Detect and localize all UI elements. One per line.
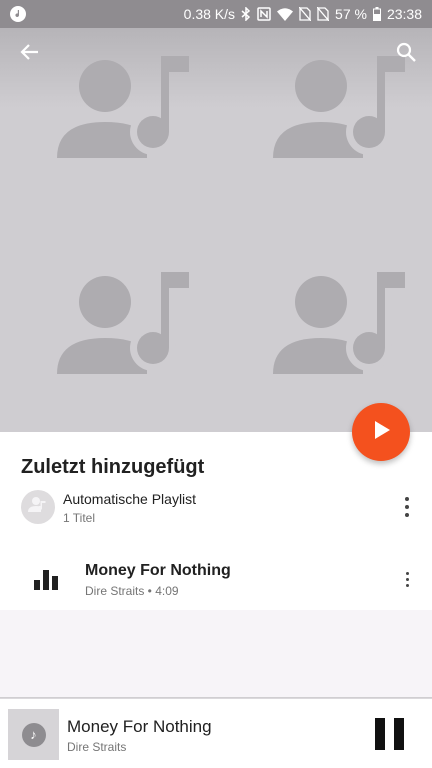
music-note-icon: ♪ <box>21 722 46 747</box>
arrow-back-icon <box>20 42 40 67</box>
now-playing-bar[interactable] <box>0 699 432 768</box>
artist-music-placeholder-icon <box>271 272 411 392</box>
search-icon <box>396 42 416 67</box>
track-count-label: 1 Titel <box>63 511 96 525</box>
network-speed: 0.38 K/s <box>183 6 236 22</box>
track-title: Money For Nothing <box>85 562 231 579</box>
artist-music-placeholder-icon <box>55 56 195 176</box>
track-artist-duration: Dire Straits • 4:09 <box>85 584 179 598</box>
now-playing-album-art: ♪ <box>8 709 59 760</box>
clock: 23:38 <box>386 6 422 22</box>
playlist-more-options-button[interactable] <box>397 497 417 517</box>
auto-playlist-icon <box>28 496 48 519</box>
no-sim-2-icon <box>317 7 330 21</box>
nfc-icon <box>257 7 271 21</box>
pause-icon-bar-right <box>393 718 404 750</box>
auto-playlist-avatar <box>21 490 55 524</box>
playlist-title: Zuletzt hinzugefügt <box>21 456 205 478</box>
playlist-type-label: Automatische Playlist <box>63 491 197 507</box>
now-playing-artist: Dire Straits <box>67 740 127 754</box>
now-playing-equalizer-icon <box>34 570 58 595</box>
artist-music-placeholder-icon <box>271 56 411 176</box>
battery-icon <box>372 7 381 21</box>
bluetooth-icon <box>241 7 251 21</box>
music-notification-icon <box>10 6 26 22</box>
playlist-artwork <box>0 28 432 432</box>
play-icon <box>370 419 392 446</box>
pause-button[interactable] <box>372 718 406 750</box>
battery-percent: 57 % <box>335 6 367 22</box>
wifi-icon <box>277 7 294 21</box>
pause-icon-bar-left <box>374 718 385 750</box>
no-sim-icon <box>299 7 312 21</box>
search-button[interactable] <box>390 38 422 70</box>
back-button[interactable] <box>14 38 46 70</box>
status-bar: 0.38 K/s 57 % 23:38 <box>0 0 432 28</box>
track-more-options-button[interactable] <box>397 572 417 587</box>
play-playlist-button[interactable] <box>352 403 410 461</box>
artist-music-placeholder-icon <box>55 272 195 392</box>
now-playing-title: Money For Nothing <box>67 717 212 736</box>
